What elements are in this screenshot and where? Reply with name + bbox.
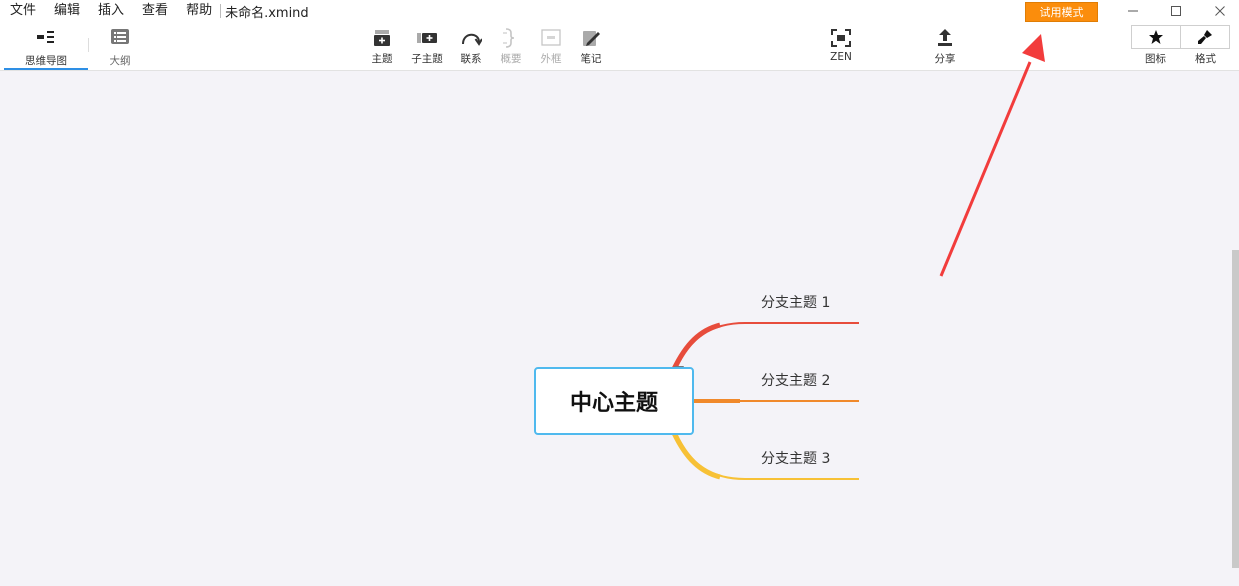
branch-topic-1[interactable]: 分支主题 1: [761, 292, 830, 312]
mindmap-canvas: [671, 34, 1045, 480]
central-topic[interactable]: 中心主题: [534, 367, 694, 435]
branch-topic-3[interactable]: 分支主题 3: [761, 448, 830, 468]
branch-topic-2[interactable]: 分支主题 2: [761, 370, 830, 390]
vertical-scrollbar[interactable]: [1232, 250, 1239, 568]
branch-connector-3-root: [671, 431, 721, 480]
branch-connector-1-root: [671, 322, 721, 371]
annotation-arrow-head: [1022, 34, 1045, 62]
annotation-arrow-line: [939, 61, 1032, 277]
